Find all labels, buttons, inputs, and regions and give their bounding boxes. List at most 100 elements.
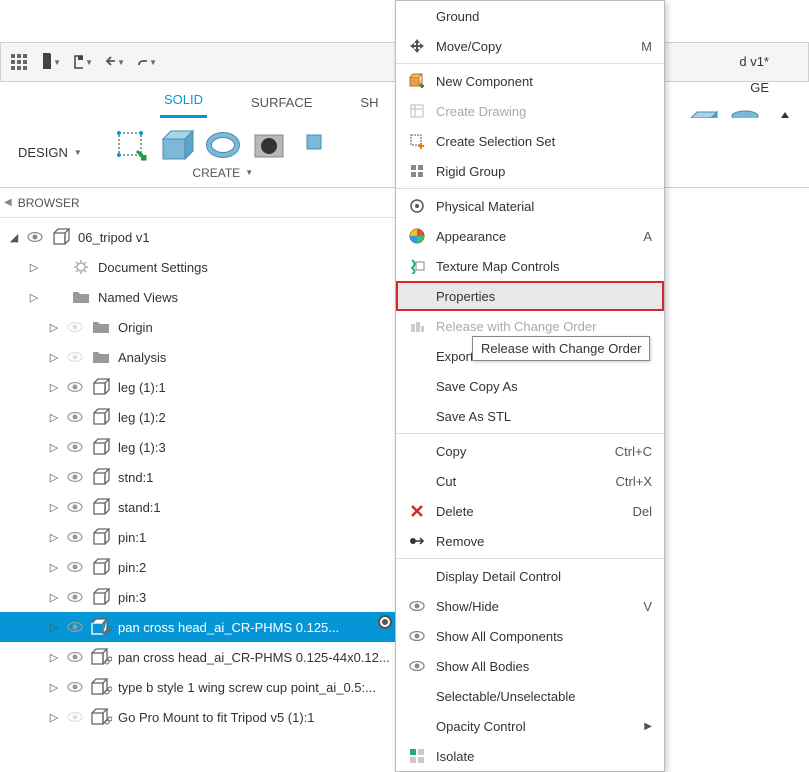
design-dropdown[interactable]: DESIGN ▼: [18, 145, 82, 160]
visibility-icon[interactable]: [66, 471, 84, 483]
menu-item-delete[interactable]: DeleteDel: [396, 496, 664, 526]
expand-arrow-icon[interactable]: ▷: [48, 561, 60, 574]
tree-row[interactable]: ▷pin:3: [0, 582, 400, 612]
expand-arrow-icon[interactable]: ▷: [48, 621, 60, 634]
menu-item-appearance[interactable]: AppearanceA: [396, 221, 664, 251]
menu-item-selectable-unselectable[interactable]: Selectable/Unselectable: [396, 681, 664, 711]
tree-row[interactable]: ▷Go Pro Mount to fit Tripod v5 (1):1: [0, 702, 400, 732]
save-icon[interactable]: ▼: [73, 52, 93, 72]
expand-arrow-icon[interactable]: ▷: [48, 501, 60, 514]
revolve-icon[interactable]: [204, 126, 242, 164]
expand-arrow-icon[interactable]: ▷: [48, 591, 60, 604]
component-icon: [90, 408, 112, 426]
expand-arrow-icon[interactable]: ▷: [48, 321, 60, 334]
expand-arrow-icon[interactable]: ▷: [48, 711, 60, 724]
tree-row[interactable]: ▷Document Settings: [0, 252, 400, 282]
visibility-icon[interactable]: [66, 621, 84, 633]
expand-arrow-icon[interactable]: ▷: [28, 291, 40, 304]
visibility-icon[interactable]: [66, 501, 84, 513]
tree-root[interactable]: ◢ 06_tripod v1: [0, 222, 400, 252]
tree-row[interactable]: ▷leg (1):3: [0, 432, 400, 462]
visibility-icon[interactable]: [66, 321, 84, 333]
tree-row[interactable]: ▷ Origin: [0, 312, 400, 342]
menu-item-ground[interactable]: Ground: [396, 1, 664, 31]
visibility-icon[interactable]: [66, 711, 84, 723]
visibility-icon[interactable]: [66, 381, 84, 393]
expand-arrow-icon[interactable]: ▷: [48, 381, 60, 394]
tab-solid[interactable]: SOLID: [160, 84, 207, 118]
move-icon: [408, 38, 426, 54]
menu-item-label: Appearance: [436, 229, 633, 244]
expand-arrow-icon[interactable]: ▷: [48, 681, 60, 694]
visibility-icon[interactable]: [26, 231, 44, 243]
menu-item-save-copy-as[interactable]: Save Copy As: [396, 371, 664, 401]
tab-surface[interactable]: SURFACE: [247, 87, 316, 118]
menu-item-remove[interactable]: Remove: [396, 526, 664, 556]
hole-icon[interactable]: [250, 126, 288, 164]
menu-item-show-all-components[interactable]: Show All Components: [396, 621, 664, 651]
menu-item-label: Create Selection Set: [436, 134, 652, 149]
visibility-icon[interactable]: [66, 411, 84, 423]
visibility-icon[interactable]: [66, 591, 84, 603]
tree-row[interactable]: ▷pin:2: [0, 552, 400, 582]
menu-item-move-copy[interactable]: Move/CopyM: [396, 31, 664, 61]
grid-icon[interactable]: [9, 52, 29, 72]
visibility-icon[interactable]: [66, 651, 84, 663]
menu-item-cut[interactable]: CutCtrl+X: [396, 466, 664, 496]
menu-item-label: Rigid Group: [436, 164, 652, 179]
menu-separator: [396, 558, 664, 559]
design-label: DESIGN: [18, 145, 68, 160]
undo-icon[interactable]: ▼: [105, 52, 125, 72]
menu-item-texture-map-controls[interactable]: Texture Map Controls: [396, 251, 664, 281]
file-icon[interactable]: ▼: [41, 52, 61, 72]
menu-item-label: Display Detail Control: [436, 569, 652, 584]
menu-item-opacity-control[interactable]: Opacity Control▶: [396, 711, 664, 741]
expand-arrow-icon[interactable]: ▷: [28, 261, 40, 274]
menu-item-physical-material[interactable]: Physical Material: [396, 191, 664, 221]
tree-row[interactable]: ▷pan cross head_ai_CR-PHMS 0.125-44x0.12…: [0, 642, 400, 672]
visibility-icon[interactable]: [66, 441, 84, 453]
expand-arrow-icon[interactable]: ▷: [48, 531, 60, 544]
redo-icon[interactable]: ▼: [137, 52, 157, 72]
expand-arrow-icon[interactable]: ▷: [48, 411, 60, 424]
visibility-icon[interactable]: [66, 351, 84, 363]
tree-row[interactable]: ▷ leg (1):1: [0, 372, 400, 402]
tree-item-label: Origin: [118, 320, 392, 335]
menu-item-properties[interactable]: Properties: [396, 281, 664, 311]
more-icon[interactable]: [296, 126, 334, 164]
tree-row[interactable]: ▷pin:1: [0, 522, 400, 552]
selection-radio-icon[interactable]: [378, 615, 392, 629]
tree-row[interactable]: ▷leg (1):2: [0, 402, 400, 432]
expand-arrow-icon[interactable]: ▷: [48, 351, 60, 364]
expand-arrow-icon[interactable]: ▷: [48, 651, 60, 664]
expand-arrow-icon[interactable]: ▷: [48, 441, 60, 454]
menu-item-isolate[interactable]: Isolate: [396, 741, 664, 771]
create-label[interactable]: CREATE▼: [192, 166, 253, 180]
box-icon[interactable]: [158, 126, 196, 164]
tree-row[interactable]: ▷pan cross head_ai_CR-PHMS 0.125...: [0, 612, 400, 642]
menu-item-create-selection-set[interactable]: Create Selection Set: [396, 126, 664, 156]
visibility-icon[interactable]: [66, 561, 84, 573]
menu-item-save-as-stl[interactable]: Save As STL: [396, 401, 664, 431]
tree-row[interactable]: ▷stand:1: [0, 492, 400, 522]
collapse-icon[interactable]: ◀: [4, 197, 12, 208]
tree-row[interactable]: ▷Named Views: [0, 282, 400, 312]
expand-arrow-icon[interactable]: ◢: [8, 231, 20, 244]
tree-row[interactable]: ▷type b style 1 wing screw cup point_ai_…: [0, 672, 400, 702]
component-icon: [90, 468, 112, 486]
expand-arrow-icon[interactable]: ▷: [48, 471, 60, 484]
tab-sheet-prefix[interactable]: SH: [356, 87, 382, 118]
tree-item-label: leg (1):1: [118, 380, 392, 395]
menu-item-copy[interactable]: CopyCtrl+C: [396, 436, 664, 466]
menu-item-rigid-group[interactable]: Rigid Group: [396, 156, 664, 186]
menu-item-show-all-bodies[interactable]: Show All Bodies: [396, 651, 664, 681]
visibility-icon[interactable]: [66, 531, 84, 543]
menu-item-new-component[interactable]: New Component: [396, 66, 664, 96]
sketch-icon[interactable]: [112, 126, 150, 164]
menu-item-show-hide[interactable]: Show/HideV: [396, 591, 664, 621]
isolate-icon: [408, 748, 426, 764]
menu-item-display-detail-control[interactable]: Display Detail Control: [396, 561, 664, 591]
visibility-icon[interactable]: [66, 681, 84, 693]
tree-row[interactable]: ▷stnd:1: [0, 462, 400, 492]
tree-row[interactable]: ▷Analysis: [0, 342, 400, 372]
